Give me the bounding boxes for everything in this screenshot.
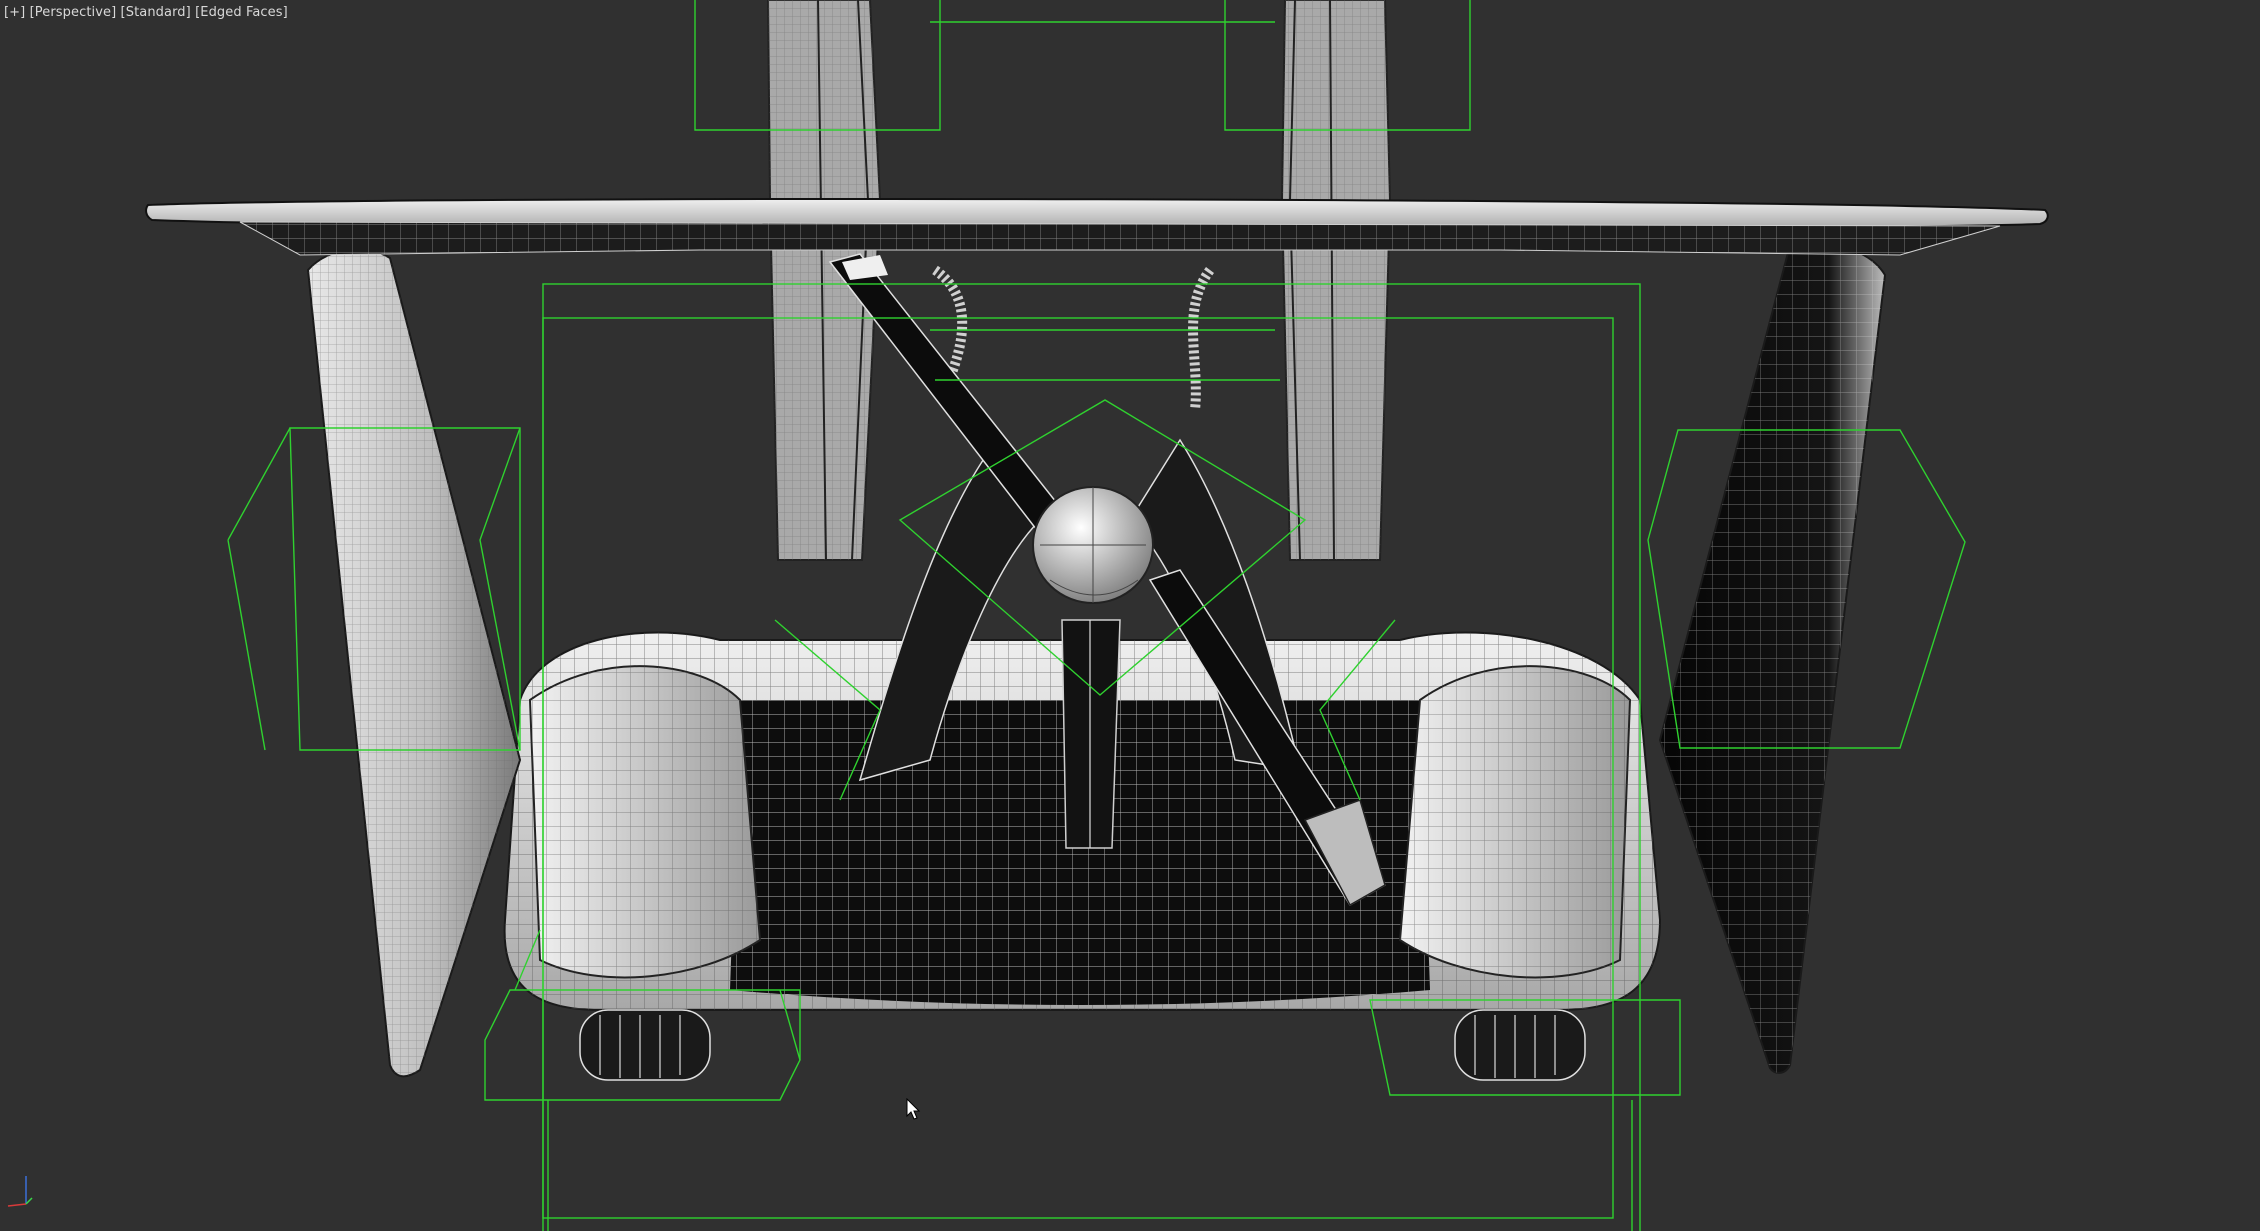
cockpit-tower [1061, 619, 1121, 849]
scene-render[interactable] [0, 0, 2260, 1231]
perspective-viewport[interactable]: [+] [Perspective] [Standard] [Edged Face… [0, 0, 2260, 1231]
mouse-pointer-icon [906, 1098, 921, 1120]
propeller-spinner [1032, 486, 1154, 604]
tail-boom-right [1280, 0, 1392, 561]
wing-strut-left [306, 248, 522, 1078]
landing-gear-right [1454, 1009, 1586, 1081]
wing-strut-right [1658, 242, 1887, 1074]
landing-gear-left [579, 1009, 711, 1081]
engine-pod-left [528, 665, 762, 979]
axis-tripod-icon [7, 1176, 33, 1207]
top-wing [145, 197, 2049, 256]
engine-pod-right [1398, 665, 1632, 979]
